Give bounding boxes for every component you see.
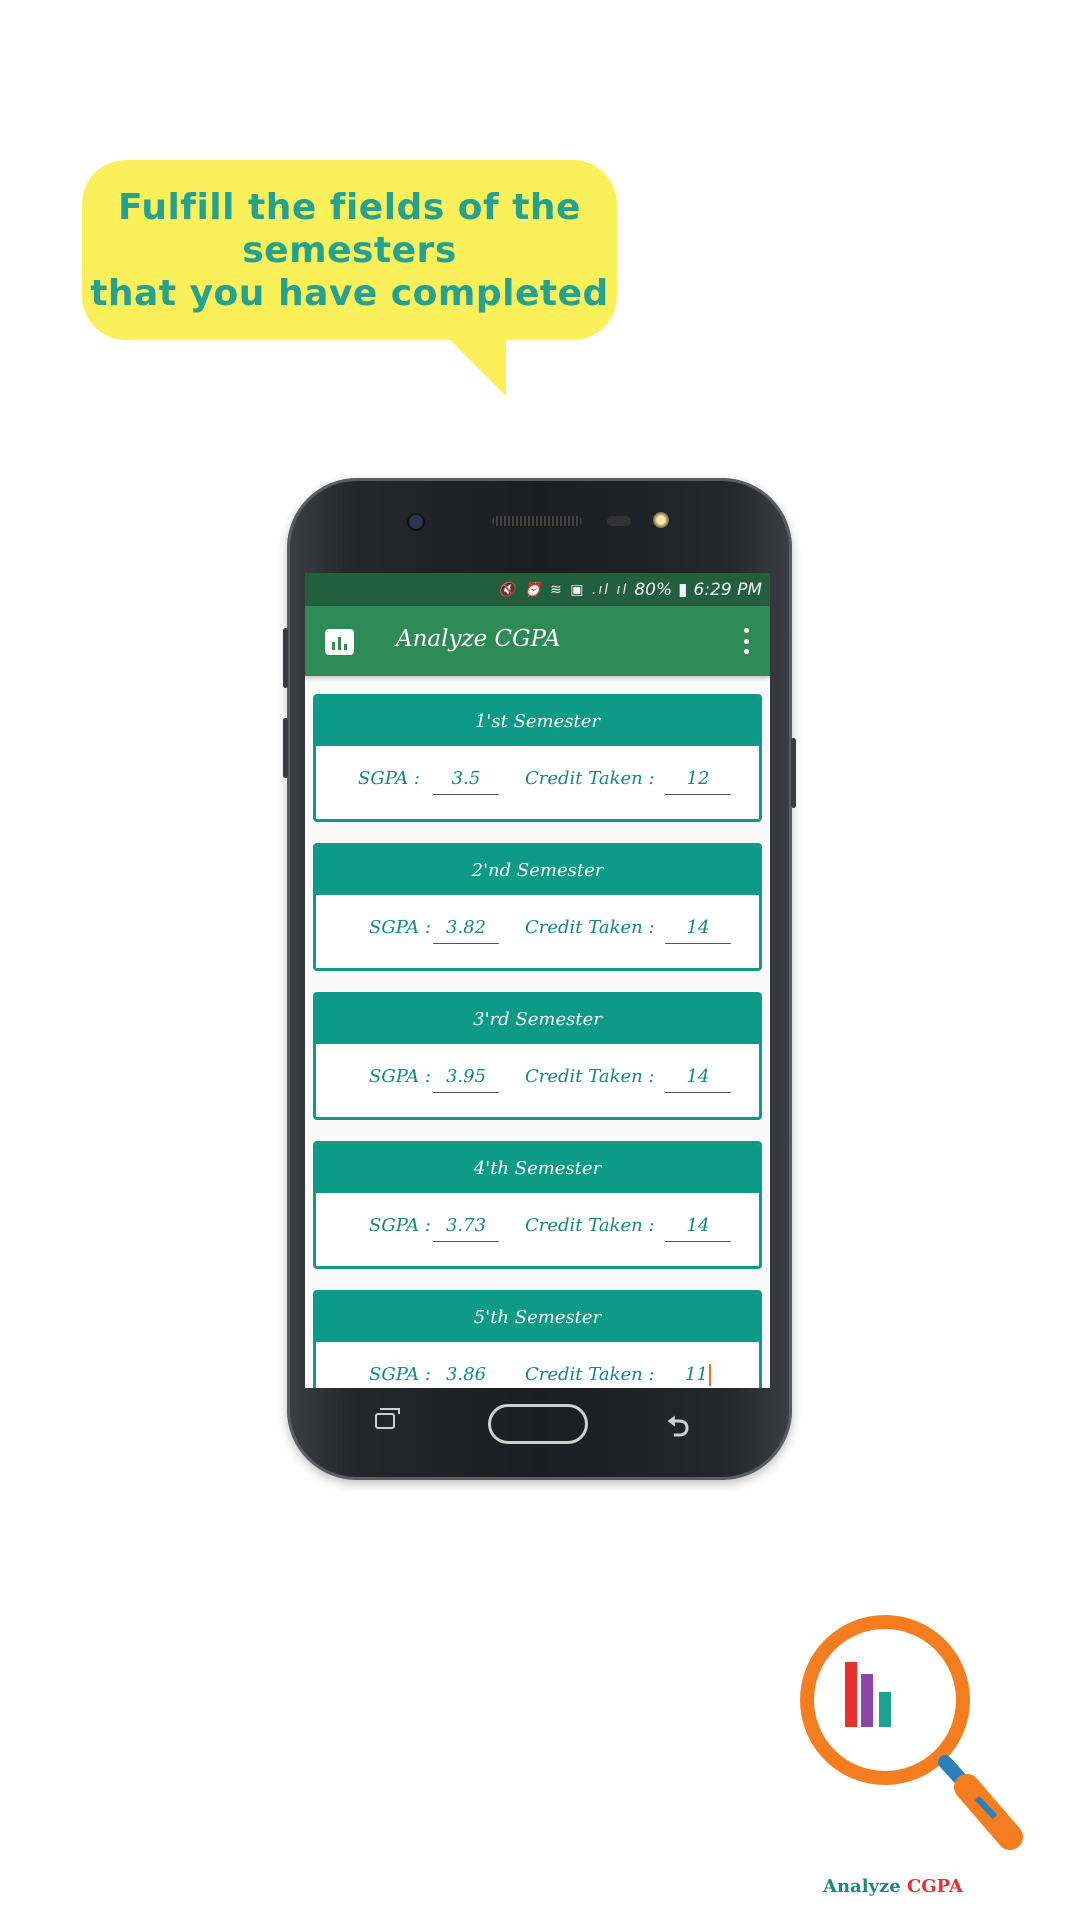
battery-level: 80%	[634, 579, 673, 600]
semester-card: 2'nd Semester SGPA : 3.82 Credit Taken :…	[313, 843, 762, 971]
clock: 6:29 PM	[693, 579, 763, 600]
analyze-cgpa-logo	[800, 1615, 1023, 1850]
bubble-tail	[440, 330, 506, 396]
sgpa-label: SGPA :	[358, 768, 420, 789]
home-button[interactable]	[488, 1404, 588, 1444]
credit-label: Credit Taken :	[525, 1066, 655, 1087]
volume-button	[283, 718, 288, 778]
logo-bar-red	[845, 1662, 857, 1727]
power-button	[791, 738, 796, 808]
credit-input[interactable]: 14	[665, 915, 731, 944]
sgpa-input[interactable]: 3.73	[433, 1213, 499, 1242]
semester-card: 5'th Semester SGPA : 3.86 Credit Taken :…	[313, 1290, 762, 1388]
front-flash	[653, 512, 669, 528]
semester-title: 1'st Semester	[316, 697, 759, 746]
semester-card: 3'rd Semester SGPA : 3.95 Credit Taken :…	[313, 992, 762, 1120]
sgpa-input[interactable]: 3.86	[433, 1362, 499, 1388]
volume-button	[283, 628, 288, 688]
phone-screen: 🔇 ⏰ ≋ ▣ .ıl ıl 80% ▮ 6:29 PM Analyze CGP…	[305, 573, 770, 1388]
credit-input[interactable]: 12	[665, 766, 731, 795]
credit-label: Credit Taken :	[525, 1215, 655, 1236]
navigation-bar: ⮌	[305, 1388, 770, 1458]
semester-card: 1'st Semester SGPA : 3.5 Credit Taken : …	[313, 694, 762, 822]
logo-bar-purple	[861, 1674, 873, 1727]
credit-label: Credit Taken :	[525, 1364, 655, 1385]
credit-input[interactable]: 14	[665, 1064, 731, 1093]
instruction-bubble: Fulfill the fields of the semesters that…	[82, 160, 617, 340]
earpiece-speaker	[492, 516, 582, 526]
logo-bar-teal	[879, 1692, 891, 1727]
text-cursor	[708, 1364, 711, 1386]
logo-text-cgpa: CGPA	[906, 1876, 963, 1897]
credit-label: Credit Taken :	[525, 917, 655, 938]
sgpa-label: SGPA :	[369, 1215, 431, 1236]
status-bar: 🔇 ⏰ ≋ ▣ .ıl ıl 80% ▮ 6:29 PM	[305, 573, 770, 606]
sgpa-input[interactable]: 3.82	[433, 915, 499, 944]
bar-chart-icon[interactable]	[325, 629, 354, 655]
credit-value: 11	[685, 1364, 708, 1385]
recent-apps-icon[interactable]	[375, 1408, 400, 1429]
semester-card: 4'th Semester SGPA : 3.73 Credit Taken :…	[313, 1141, 762, 1269]
logo-text-analyze: Analyze	[823, 1876, 901, 1897]
sgpa-label: SGPA :	[369, 917, 431, 938]
front-camera	[409, 515, 423, 529]
semester-title: 3'rd Semester	[316, 995, 759, 1044]
app-title: Analyze CGPA	[396, 626, 561, 652]
overflow-menu-icon[interactable]	[744, 628, 750, 654]
sgpa-input[interactable]: 3.5	[433, 766, 499, 795]
sgpa-input[interactable]: 3.95	[433, 1064, 499, 1093]
logo-text: Analyze CGPA	[823, 1876, 963, 1897]
semester-title: 4'th Semester	[316, 1144, 759, 1193]
sgpa-label: SGPA :	[369, 1066, 431, 1087]
credit-input[interactable]: 14	[665, 1213, 731, 1242]
semester-list[interactable]: 1'st Semester SGPA : 3.5 Credit Taken : …	[305, 676, 770, 1388]
proximity-sensor	[607, 516, 631, 526]
semester-title: 2'nd Semester	[316, 846, 759, 895]
credit-input-focused[interactable]: 11	[665, 1362, 731, 1388]
semester-title: 5'th Semester	[316, 1293, 759, 1342]
credit-label: Credit Taken :	[525, 768, 655, 789]
back-icon[interactable]: ⮌	[667, 1406, 689, 1454]
instruction-text: Fulfill the fields of the semesters that…	[90, 186, 609, 314]
phone-frame: 🔇 ⏰ ≋ ▣ .ıl ıl 80% ▮ 6:29 PM Analyze CGP…	[283, 478, 796, 1480]
sgpa-label: SGPA :	[369, 1364, 431, 1385]
app-bar: Analyze CGPA	[305, 606, 770, 676]
status-icons: 🔇 ⏰ ≋ ▣ .ıl ıl	[498, 581, 629, 598]
battery-icon: ▮	[678, 579, 688, 600]
